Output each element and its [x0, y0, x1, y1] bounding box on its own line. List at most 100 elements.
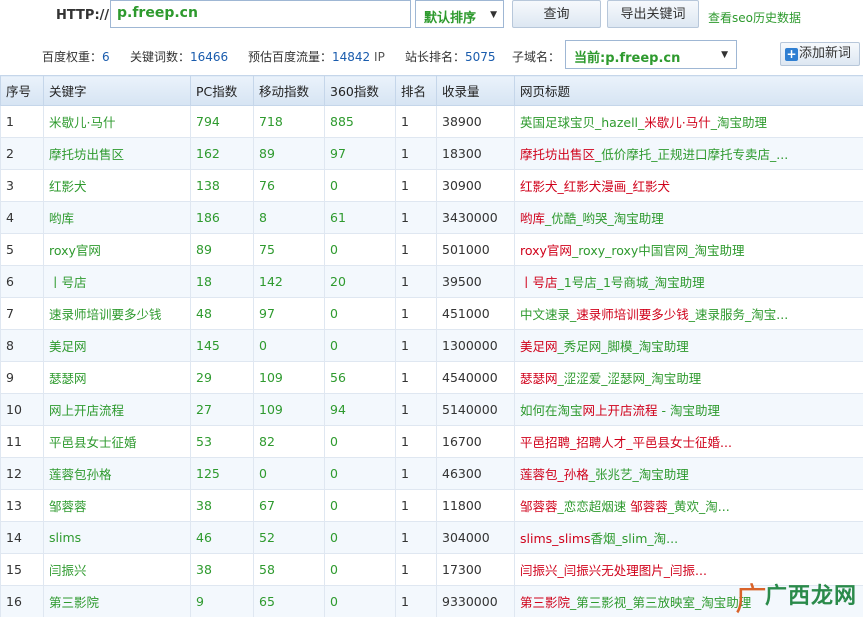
cell-keyword[interactable]: 哟库 — [43, 201, 191, 234]
column-header-mobile-index[interactable]: 移动指数 — [253, 75, 325, 106]
table-row: 11 平邑县女士征婚 53 82 0 1 16700 平邑招聘_招聘人才_平邑县女士征婚... — [0, 425, 863, 458]
title-highlight: 第三影院 — [520, 595, 571, 610]
cell-rank: 1 — [395, 105, 437, 138]
cell-mobile-index: 82 — [253, 425, 325, 458]
column-header-indexed[interactable]: 收录量 — [436, 75, 515, 106]
column-header-360-index[interactable]: 360指数 — [324, 75, 396, 106]
rank-label: 站长排名： — [405, 50, 466, 64]
title-text: _黄欢_淘... — [667, 499, 730, 514]
cell-keyword[interactable]: 瑟瑟网 — [43, 361, 191, 394]
cell-keyword[interactable]: 平邑县女士征婚 — [43, 425, 191, 458]
cell-indexed: 4540000 — [436, 361, 515, 394]
title-highlight: 网上开店流程 — [582, 403, 658, 418]
cell-pc-index: 38 — [190, 489, 254, 522]
add-keyword-button[interactable]: + 添加新词 — [780, 42, 860, 66]
site-watermark-logo: 广 广西龙网 — [735, 572, 858, 617]
cell-mobile-index: 8 — [253, 201, 325, 234]
title-text: 英国足球宝贝_hazell_ — [520, 115, 645, 130]
cell-pc-index: 138 — [190, 169, 254, 202]
cell-mobile-index: 67 — [253, 489, 325, 522]
seo-history-link[interactable]: 查看seo历史数据 — [708, 9, 801, 26]
cell-page-title[interactable]: roxy官网_roxy_roxy中国官网_淘宝助理 — [514, 233, 863, 266]
table-row: 3 红影犬 138 76 0 1 30900 红影犬_红影犬漫画_红影犬 — [0, 169, 863, 202]
column-header-keyword[interactable]: 关键字 — [43, 75, 191, 106]
table-row: 5 roxy官网 89 75 0 1 501000 roxy官网_roxy_roxy中国官网_… — [0, 233, 863, 266]
title-highlight: 闫振兴_闫振兴无处理图片_闫振... — [520, 563, 707, 578]
cell-keyword[interactable]: 闫振兴 — [43, 553, 191, 586]
cell-360-index: 0 — [324, 553, 396, 586]
keyword-table: 序号 关键字 PC指数 移动指数 360指数 排名 收录量 网页标题 1 米歇儿·… — [0, 75, 863, 617]
watermark-text: 广西龙网 — [765, 584, 858, 609]
export-keywords-button[interactable]: 导出关键词 — [607, 0, 699, 28]
cell-mobile-index: 142 — [253, 265, 325, 298]
cell-keyword[interactable]: 米歇儿·马什 — [43, 105, 191, 138]
cell-page-title[interactable]: 哟库_优酷_哟哭_淘宝助理 — [514, 201, 863, 234]
table-row: 15 闫振兴 38 58 0 1 17300 闫振兴_闫振兴无处理图片_闫振... — [0, 553, 863, 586]
cell-keyword[interactable]: 红影犬 — [43, 169, 191, 202]
cell-page-title[interactable]: 瑟瑟网_涩涩爱_涩瑟网_淘宝助理 — [514, 361, 863, 394]
cell-pc-index: 53 — [190, 425, 254, 458]
title-text: _roxy_roxy中国官网_淘宝助理 — [571, 243, 745, 258]
plus-icon: + — [785, 47, 798, 61]
cell-keyword[interactable]: 丨号店 — [43, 265, 191, 298]
cell-page-title[interactable]: 邹蓉蓉_恋恋超烟速 邹蓉蓉_黄欢_淘... — [514, 489, 863, 522]
subdomain-select[interactable]: 当前:p.freep.cn ▼ — [565, 40, 737, 69]
cell-keyword[interactable]: 摩托坊出售区 — [43, 137, 191, 170]
cell-keyword[interactable]: 第三影院 — [43, 585, 191, 617]
cell-index: 10 — [0, 393, 44, 426]
cell-rank: 1 — [395, 233, 437, 266]
title-highlight: 哟库 — [520, 211, 546, 226]
cell-page-title[interactable]: 莲蓉包_孙格_张兆艺_淘宝助理 — [514, 457, 863, 490]
cell-pc-index: 145 — [190, 329, 254, 362]
cell-pc-index: 18 — [190, 265, 254, 298]
column-header-page-title[interactable]: 网页标题 — [514, 75, 863, 106]
top-toolbar: HTTP:// p.freep.cn 默认排序 ▼ 查询 导出关键词 查看seo… — [0, 0, 863, 36]
cell-index: 7 — [0, 297, 44, 330]
cell-indexed: 17300 — [436, 553, 515, 586]
cell-page-title[interactable]: slims_slims香烟_slim_淘... — [514, 521, 863, 554]
cell-mobile-index: 76 — [253, 169, 325, 202]
column-header-rank[interactable]: 排名 — [395, 75, 437, 106]
cell-page-title[interactable]: 丨号店_1号店_1号商城_淘宝助理 — [514, 265, 863, 298]
cell-keyword[interactable]: 美足网 — [43, 329, 191, 362]
cell-360-index: 61 — [324, 201, 396, 234]
cell-page-title[interactable]: 平邑招聘_招聘人才_平邑县女士征婚... — [514, 425, 863, 458]
url-input[interactable]: p.freep.cn — [110, 0, 411, 28]
cell-pc-index: 125 — [190, 457, 254, 490]
cell-keyword[interactable]: 莲蓉包孙格 — [43, 457, 191, 490]
title-highlight: 摩托坊出售区 — [520, 147, 596, 162]
cell-keyword[interactable]: roxy官网 — [43, 233, 191, 266]
cell-360-index: 0 — [324, 425, 396, 458]
cell-page-title[interactable]: 如何在淘宝网上开店流程 - 淘宝助理 — [514, 393, 863, 426]
cell-rank: 1 — [395, 521, 437, 554]
cell-rank: 1 — [395, 297, 437, 330]
cell-rank: 1 — [395, 361, 437, 394]
cell-rank: 1 — [395, 201, 437, 234]
column-header-index[interactable]: 序号 — [0, 75, 44, 106]
sort-select-value: 默认排序 — [424, 11, 477, 26]
cell-page-title[interactable]: 英国足球宝贝_hazell_米歇儿·马什_淘宝助理 — [514, 105, 863, 138]
cell-pc-index: 38 — [190, 553, 254, 586]
cell-keyword[interactable]: slims — [43, 521, 191, 554]
title-highlight: 平邑县女士征婚... — [632, 435, 732, 450]
keyword-count-label: 关键词数： — [130, 50, 191, 64]
cell-page-title[interactable]: 摩托坊出售区_低价摩托_正规进口摩托专卖店_... — [514, 137, 863, 170]
title-highlight: 红影犬_红影犬漫画_红影犬 — [520, 179, 671, 194]
cell-page-title[interactable]: 红影犬_红影犬漫画_红影犬 — [514, 169, 863, 202]
cell-index: 3 — [0, 169, 44, 202]
cell-keyword[interactable]: 网上开店流程 — [43, 393, 191, 426]
keyword-count-value: 16466 — [190, 50, 229, 64]
sort-select[interactable]: 默认排序 ▼ — [415, 0, 504, 28]
subdomain-label: 子域名： — [512, 50, 561, 64]
cell-rank: 1 — [395, 265, 437, 298]
title-text: _淘宝助理 — [710, 115, 768, 130]
cell-page-title[interactable]: 美足网_秀足网_脚模_淘宝助理 — [514, 329, 863, 362]
query-button[interactable]: 查询 — [512, 0, 601, 28]
cell-keyword[interactable]: 速录师培训要多少钱 — [43, 297, 191, 330]
column-header-pc-index[interactable]: PC指数 — [190, 75, 254, 106]
cell-360-index: 0 — [324, 521, 396, 554]
cell-page-title[interactable]: 中文速录_速录师培训要多少钱_速录服务_淘宝... — [514, 297, 863, 330]
title-text: _恋恋超烟速 — [557, 499, 631, 514]
cell-keyword[interactable]: 邹蓉蓉 — [43, 489, 191, 522]
cell-mobile-index: 89 — [253, 137, 325, 170]
